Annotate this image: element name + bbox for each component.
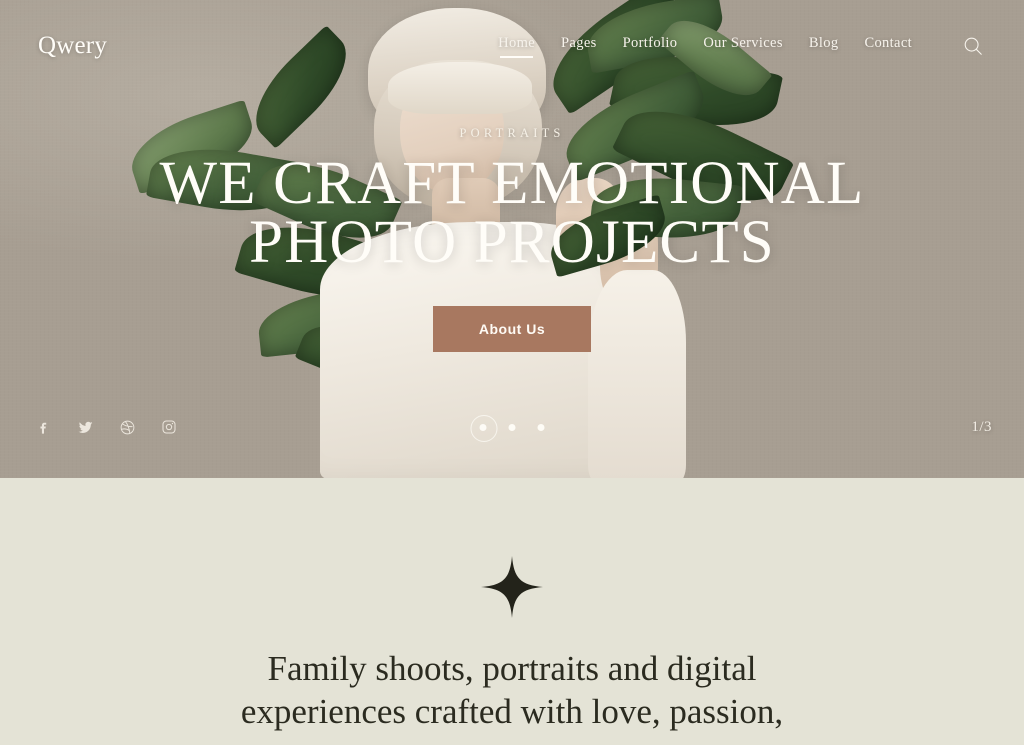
- nav-item-contact[interactable]: Contact: [864, 35, 912, 58]
- site-header: Qwery Home Pages Portfolio Our Services …: [0, 0, 1024, 92]
- slider-dot-1[interactable]: [470, 414, 498, 442]
- hero-section: Qwery Home Pages Portfolio Our Services …: [0, 0, 1024, 478]
- facebook-icon[interactable]: [32, 416, 54, 438]
- hero-footer: 1/3: [0, 412, 1024, 442]
- four-point-star-icon: [481, 556, 543, 618]
- slider-dot-3[interactable]: [537, 423, 545, 431]
- nav-item-our-services[interactable]: Our Services: [703, 35, 783, 58]
- slider-dot-2[interactable]: [508, 423, 516, 431]
- nav-item-blog[interactable]: Blog: [809, 35, 839, 58]
- site-logo[interactable]: Qwery: [38, 32, 107, 60]
- instagram-icon[interactable]: [158, 416, 180, 438]
- nav-item-pages[interactable]: Pages: [561, 35, 597, 58]
- social-links: [32, 416, 180, 438]
- nav-item-home[interactable]: Home: [498, 35, 535, 58]
- dribbble-icon[interactable]: [116, 416, 138, 438]
- about-us-button[interactable]: About Us: [432, 306, 592, 353]
- search-icon[interactable]: [960, 33, 986, 59]
- slide-counter: 1/3: [971, 418, 992, 435]
- slider-dots: [470, 414, 545, 442]
- intro-section: Family shoots, portraits and digital exp…: [0, 478, 1024, 745]
- main-navigation: Home Pages Portfolio Our Services Blog C…: [498, 33, 986, 59]
- twitter-icon[interactable]: [74, 416, 96, 438]
- nav-item-portfolio[interactable]: Portfolio: [623, 35, 678, 58]
- intro-paragraph: Family shoots, portraits and digital exp…: [240, 649, 784, 731]
